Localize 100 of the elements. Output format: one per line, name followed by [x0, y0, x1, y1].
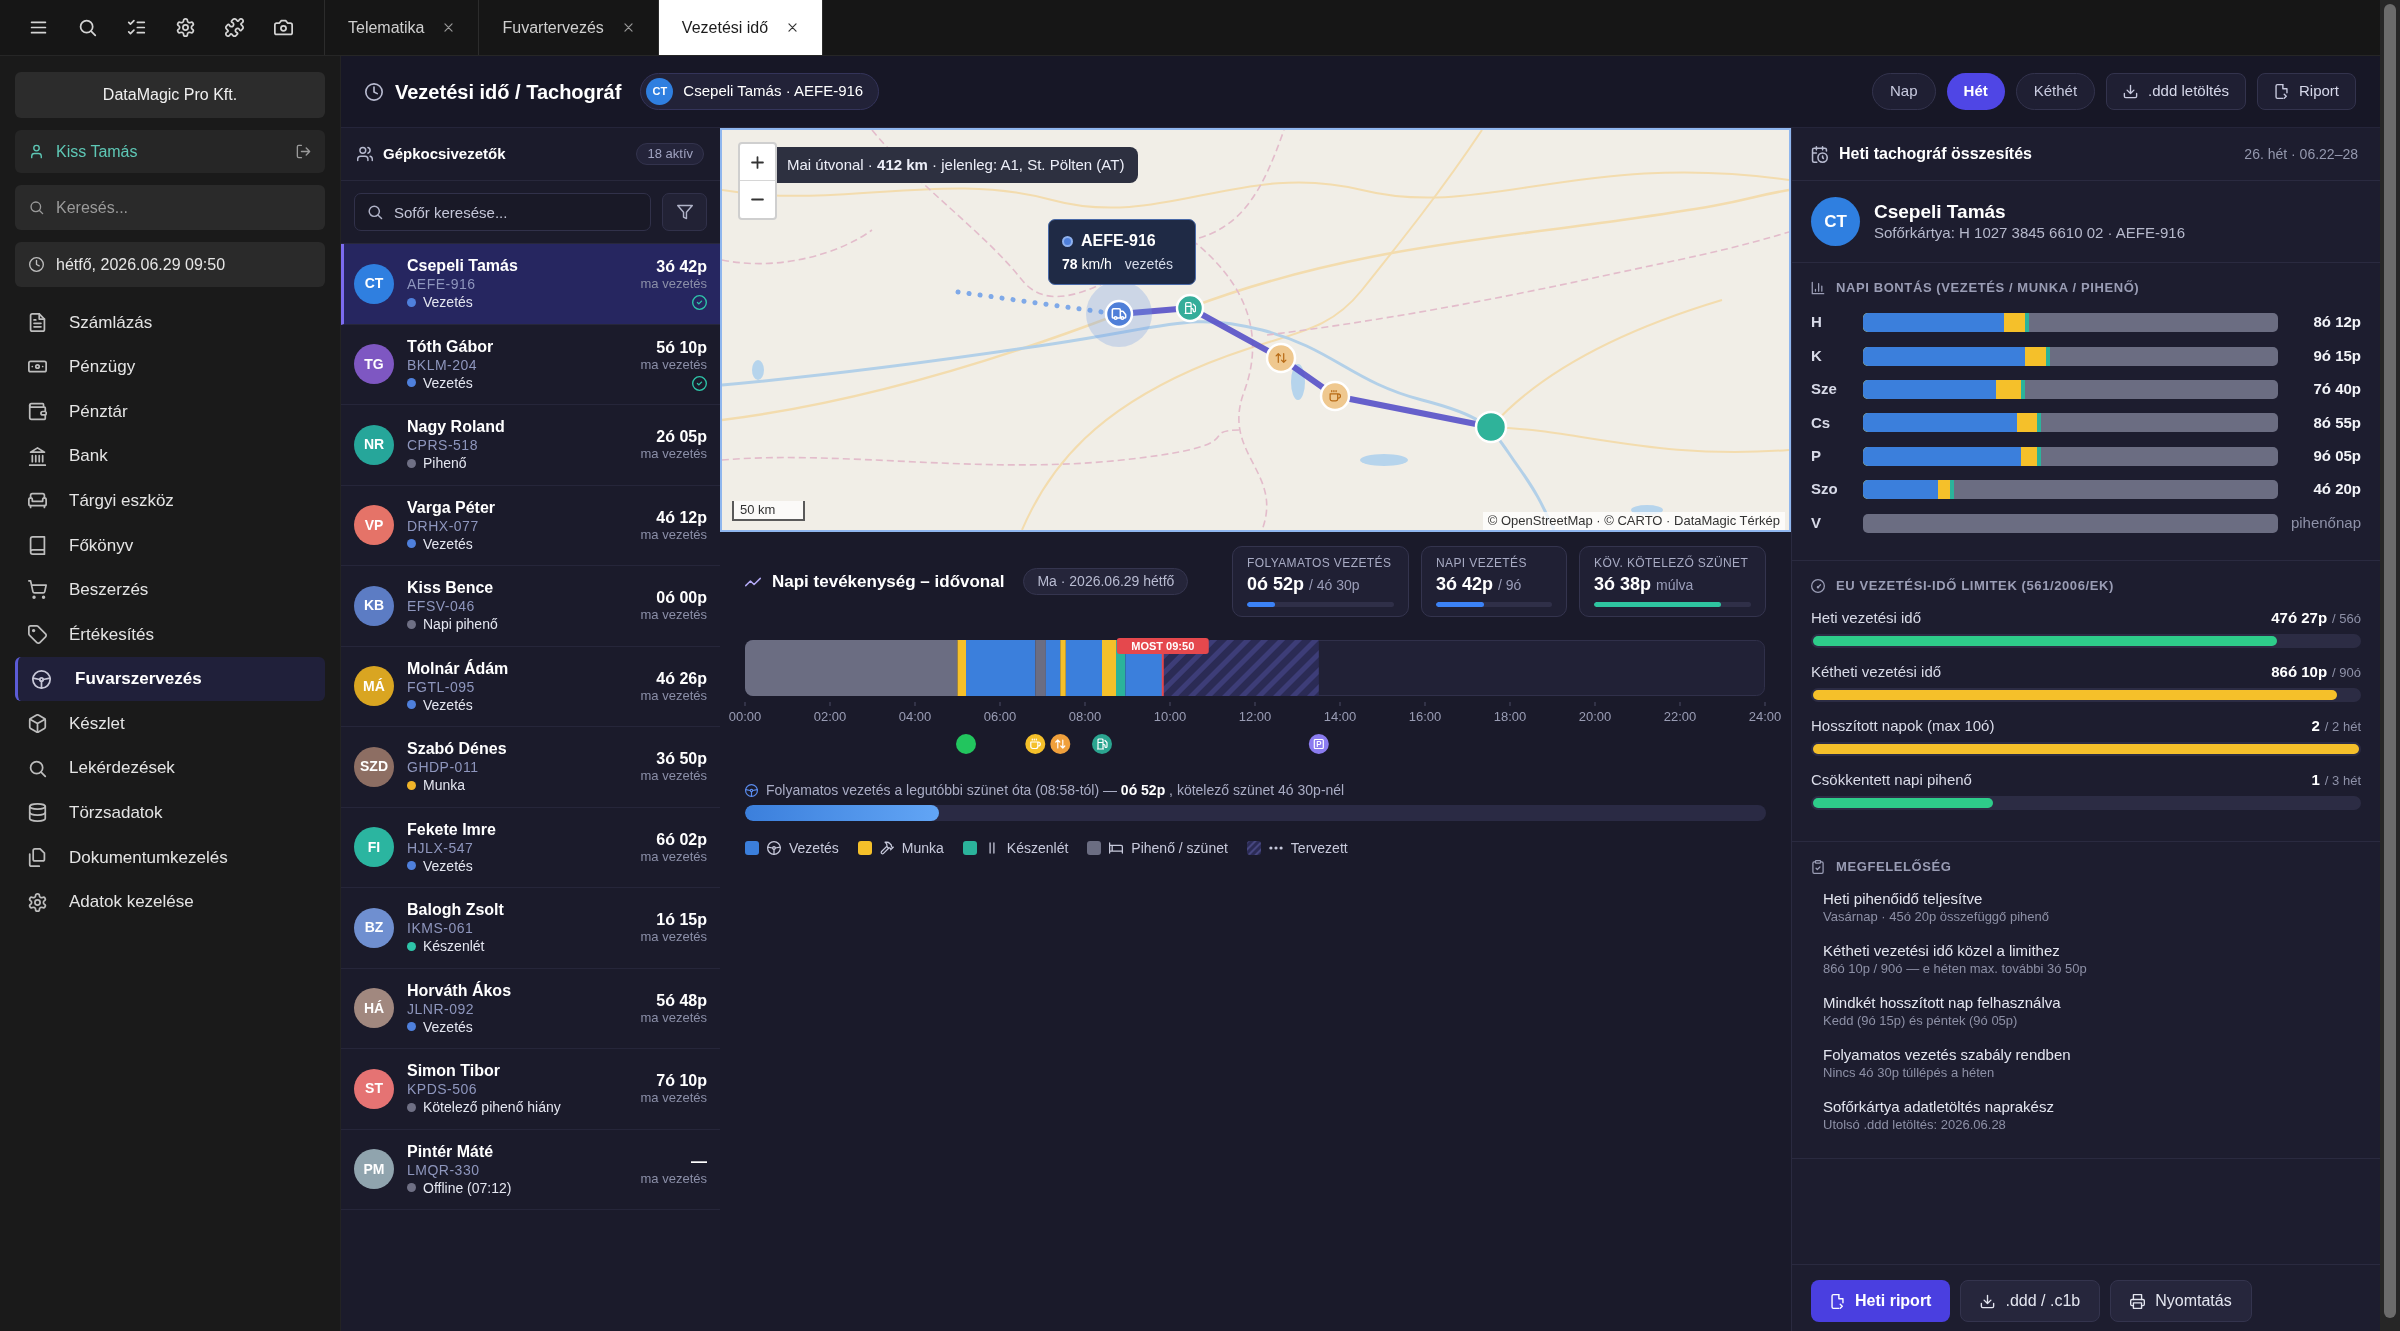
- fuel-pump-icon[interactable]: [1092, 734, 1112, 754]
- arrows-icon[interactable]: [1050, 734, 1071, 754]
- nav-item[interactable]: Pénztár: [15, 389, 325, 434]
- report-button[interactable]: Riport: [2257, 73, 2356, 110]
- driver-status: Vezetés: [423, 856, 473, 875]
- time-label: ma vezetés: [640, 687, 707, 704]
- driving-time: 4ó 26p: [656, 668, 707, 688]
- parking-sign-icon[interactable]: [1308, 734, 1329, 754]
- plate-number: KPDS-506: [407, 1080, 479, 1099]
- driver-row[interactable]: PM Pintér Máté LMQR-330 Offline (07:12) — ma vezetés: [341, 1129, 720, 1210]
- download-button[interactable]: .ddd / .c1b: [1960, 1280, 2101, 1322]
- compliance-detail: 86ó 10p / 90ó — e héten max. további 3ó 50p: [1823, 959, 2087, 977]
- driver-row[interactable]: SZD Szabó Dénes GHDP-011 Munka 3ó 50p ma vezetés: [341, 727, 720, 808]
- puzzle-icon[interactable]: [225, 18, 244, 37]
- scrollbar-thumb[interactable]: [2384, 4, 2396, 1318]
- user-icon: [29, 144, 44, 159]
- checklist-icon[interactable]: [127, 18, 146, 37]
- driver-status: Munka: [423, 776, 466, 795]
- axis-label: 16:00: [1408, 709, 1442, 724]
- driver-row[interactable]: KB Kiss Bence EFSV-046 Napi pihenő 0ó 00p ma vezetés: [341, 566, 720, 647]
- nav-item[interactable]: Fuvarszervezés: [15, 656, 325, 702]
- avatar: FI: [354, 827, 394, 868]
- filter-icon: [676, 204, 693, 220]
- driver-row[interactable]: ST Simon Tibor KPDS-506 Kötelező pihenő hiány 7ó 10p ma vezetés: [341, 1049, 720, 1130]
- wallet-icon: [28, 402, 47, 421]
- nav-item[interactable]: Főkönyv: [15, 522, 325, 568]
- settings-icon[interactable]: [176, 18, 195, 37]
- report-button[interactable]: Heti riport: [1811, 1280, 1951, 1322]
- search-icon: [29, 200, 44, 215]
- coffee-cup-icon[interactable]: [1025, 734, 1046, 754]
- print-button[interactable]: Nyomtatás: [2110, 1280, 2252, 1322]
- driver-chip[interactable]: CT Csepeli Tamás · AEFE-916: [640, 73, 880, 110]
- driver-row[interactable]: NR Nagy Roland CPRS-518 Pihenő 2ó 05p ma vezetés: [341, 405, 720, 486]
- dot-icon[interactable]: [956, 734, 976, 754]
- driver-row[interactable]: FI Fekete Imre HJLX-547 Vezetés 6ó 02p ma vezetés: [341, 807, 720, 888]
- time-label: ma vezetés: [640, 1170, 707, 1187]
- company-button[interactable]: DataMagic Pro Kft.: [15, 72, 325, 118]
- nav-item[interactable]: Pénzügy: [15, 344, 325, 390]
- steering-wheel-icon: [32, 669, 51, 689]
- driver-row[interactable]: TG Tóth Gábor BKLM-204 Vezetés 5ó 10p ma vezetés: [341, 324, 720, 405]
- driver-row[interactable]: MÁ Molnár Ádám FGTL-095 Vezetés 4ó 26p ma vezetés: [341, 646, 720, 727]
- nav-item[interactable]: Értékesítés: [15, 612, 325, 657]
- search-field[interactable]: Sofőr keresése...: [354, 193, 651, 231]
- avatar: HÁ: [354, 988, 394, 1029]
- nav-item[interactable]: Készlet: [15, 701, 325, 746]
- driving-time: 3ó 42p: [656, 257, 707, 277]
- user-name: Kiss Tamás: [56, 141, 138, 162]
- compliance-title: Sofőrkártya adatletöltés naprakész: [1823, 1096, 2054, 1116]
- search-field[interactable]: Keresés...: [15, 185, 325, 230]
- day-label: V: [1811, 512, 1822, 533]
- clock-icon: [29, 257, 44, 272]
- steering-wheel-icon: [745, 783, 758, 797]
- stat-value: 3ó 42p: [1436, 573, 1494, 595]
- nav-item[interactable]: Beszerzés: [15, 567, 325, 613]
- tab[interactable]: Fuvartervezés: [479, 0, 659, 55]
- close-icon[interactable]: [786, 21, 800, 34]
- driver-status: Pihenő: [423, 454, 467, 473]
- search-icon: [367, 204, 383, 220]
- day-label: Cs: [1811, 412, 1832, 433]
- filter-button[interactable]: [662, 193, 707, 231]
- menu-icon[interactable]: [29, 18, 48, 37]
- camera-icon[interactable]: [274, 18, 293, 37]
- steering-wheel-icon: [767, 841, 781, 855]
- avatar: NR: [354, 424, 394, 465]
- logout-icon[interactable]: [296, 144, 311, 159]
- legend-label: Tervezett: [1290, 838, 1348, 858]
- tab[interactable]: Telematika: [325, 0, 480, 55]
- nav-item[interactable]: Tárgyi eszköz: [15, 478, 325, 523]
- plate-number: IKMS-061: [407, 919, 475, 938]
- printer-icon: [2130, 1293, 2146, 1309]
- nav-item[interactable]: Adatok kezelése: [15, 879, 325, 925]
- driver-row[interactable]: HÁ Horváth Ákos JLNR-092 Vezetés 5ó 48p ma vezetés: [341, 968, 720, 1049]
- nav-item[interactable]: Törzsadatok: [15, 790, 325, 836]
- nav-item[interactable]: Bank: [15, 433, 325, 479]
- search-icon[interactable]: [78, 18, 97, 37]
- users-icon: [357, 146, 373, 162]
- axis-label: 18:00: [1493, 709, 1527, 724]
- compliance-title: Mindkét hosszított nap felhasználva: [1823, 992, 2061, 1012]
- download-button[interactable]: .ddd letöltés: [2106, 73, 2246, 110]
- time-label: ma vezetés: [640, 446, 707, 463]
- nav-item[interactable]: Számlázás: [15, 300, 325, 345]
- nav-item[interactable]: Lekérdezések: [15, 745, 325, 791]
- scale-bar: 50 km: [732, 501, 805, 521]
- driver-row[interactable]: CT Csepeli Tamás AEFE-916 Vezetés 3ó 42p ma vezetés: [341, 244, 720, 325]
- limit-label: Heti vezetési idő: [1811, 607, 1922, 628]
- driver-row[interactable]: BZ Balogh Zsolt IKMS-061 Készenlét 1ó 15p ma vezetés: [341, 888, 720, 969]
- period-tab[interactable]: Nap: [1872, 73, 1936, 110]
- nav-item[interactable]: Dokumentumkezelés: [15, 835, 325, 880]
- close-icon[interactable]: [621, 21, 635, 34]
- limit-max: / 90ó: [2332, 663, 2361, 682]
- driver-row[interactable]: VP Varga Péter DRHX-077 Vezetés 4ó 12p ma vezetés: [341, 485, 720, 566]
- period-tab[interactable]: Kéthét: [2015, 73, 2096, 110]
- driver-name: Tóth Gábor: [407, 336, 494, 356]
- date-field[interactable]: hétfő, 2026.06.29 09:50: [15, 242, 325, 287]
- download-icon: [2123, 84, 2139, 99]
- period-tab[interactable]: Hét: [1946, 73, 2005, 110]
- driver-name: Nagy Roland: [407, 417, 505, 437]
- close-icon[interactable]: [442, 21, 456, 34]
- tab[interactable]: Vezetési idő: [658, 0, 824, 55]
- plate-number: AEFE-916: [407, 275, 477, 294]
